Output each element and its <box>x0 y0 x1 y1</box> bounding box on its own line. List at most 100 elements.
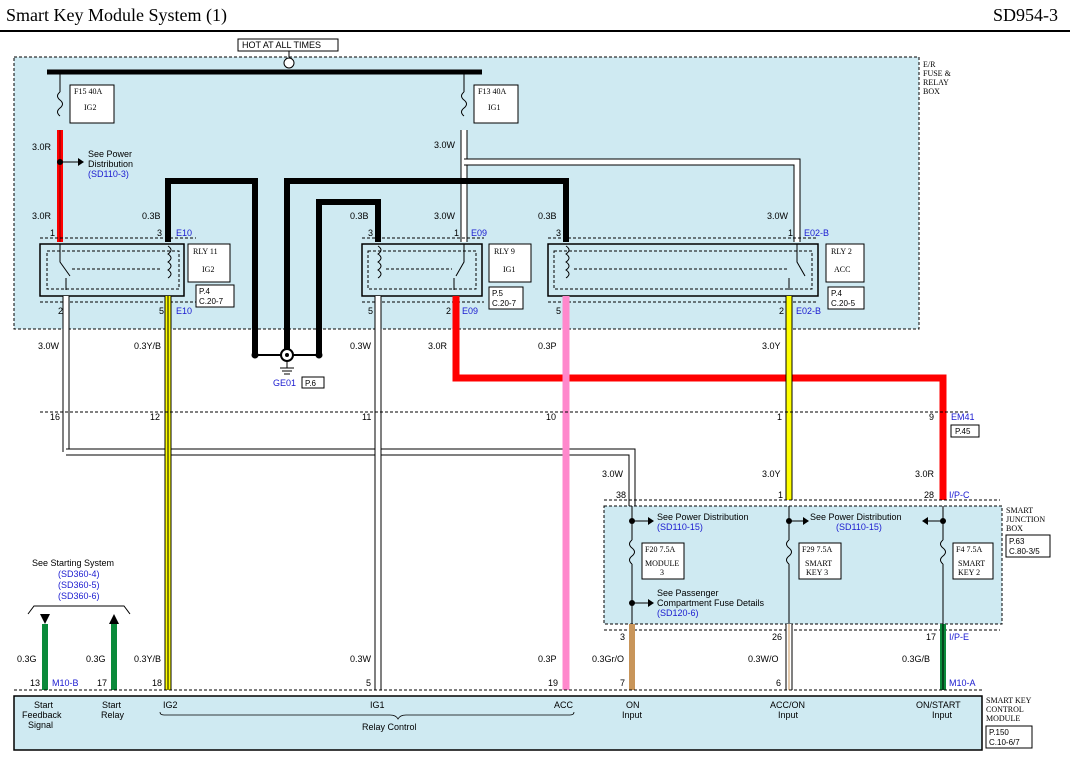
relay-rly11-ref1: P.4 <box>199 287 211 296</box>
pin-number: 9 <box>929 412 934 422</box>
starting-system-label: See Starting System <box>32 558 114 568</box>
sjb-see-power-ref-1: (SD110-15) <box>657 522 703 532</box>
starting-ref-2: (SD360-5) <box>58 580 100 590</box>
wire-label: 3.0W <box>767 211 789 221</box>
sjb-see-power-1: See Power Distribution <box>657 512 749 522</box>
fuse-f29-name: F29 7.5A <box>802 545 832 554</box>
pin-number: 10 <box>546 412 556 422</box>
connector-em41: EM41 <box>951 412 975 422</box>
pin-number: 5 <box>159 306 164 316</box>
connector-ipc: I/P-C <box>949 490 970 500</box>
pin-number: 2 <box>779 306 784 316</box>
relay-rly2-ref2: C.20-5 <box>831 299 856 308</box>
pin-number: 17 <box>97 678 107 688</box>
wire-label: 0.3P <box>538 341 557 351</box>
wire-label: 3.0Y <box>762 469 781 479</box>
connector-e09: E09 <box>471 228 487 238</box>
fuse-f20-name: F20 7.5A <box>645 545 675 554</box>
pin-number: 3 <box>556 228 561 238</box>
see-power-ref: (SD110-3) <box>88 169 129 179</box>
pin-number: 26 <box>772 632 782 642</box>
relay-rly2-label: ACC <box>834 265 850 274</box>
sjb-label-2: JUNCTION <box>1006 515 1045 524</box>
relay-rly11-label: IG2 <box>202 265 214 274</box>
module-accon-2: Input <box>778 710 799 720</box>
wire-label: 3.0R <box>32 211 52 221</box>
relay-rly9-name: RLY 9 <box>494 247 515 256</box>
wire-label: 0.3P <box>538 654 557 664</box>
fuse-f4-name: F4 7.5A <box>956 545 982 554</box>
wire-label: 0.3Gr/O <box>592 654 624 664</box>
pin-number: 1 <box>778 490 783 500</box>
fuse-f20-line1: MODULE <box>645 559 679 568</box>
module-accon-1: ACC/ON <box>770 700 805 710</box>
relay-rly9-ref2: C.20-7 <box>492 299 517 308</box>
pin-number: 1 <box>777 412 782 422</box>
module-start-feedback-1: Start <box>34 700 54 710</box>
wire-label: 3.0R <box>428 341 448 351</box>
starting-ref-3: (SD360-6) <box>58 591 100 601</box>
relay-rly2-ref1: P.4 <box>831 289 843 298</box>
connector-m10b: M10-B <box>52 678 79 688</box>
arrow-up-icon <box>109 614 119 624</box>
fuse-f29-line1: SMART <box>805 559 832 568</box>
pin-number: 13 <box>30 678 40 688</box>
connector-e10: E10 <box>176 228 192 238</box>
pin-number: 5 <box>366 678 371 688</box>
module-ig2: IG2 <box>163 700 178 710</box>
wire-label: 3.0R <box>915 469 935 479</box>
wire-label: 3.0R <box>32 142 52 152</box>
module-label-2: CONTROL <box>986 705 1024 714</box>
wire-label: 0.3G <box>86 654 106 664</box>
ground-ref: P.6 <box>305 379 317 388</box>
sjb-see-power-ref-2: (SD110-15) <box>836 522 882 532</box>
module-label-1: SMART KEY <box>986 696 1032 705</box>
connector-m10a: M10-A <box>949 678 976 688</box>
module-label-3: MODULE <box>986 714 1020 723</box>
wire-label: 0.3W <box>350 654 372 664</box>
pin-number: 6 <box>776 678 781 688</box>
wire-label: 3.0W <box>434 211 456 221</box>
wire-label: 3.0Y <box>762 341 781 351</box>
see-power-line2: Distribution <box>88 159 133 169</box>
arrow-down-icon <box>40 614 50 624</box>
er-box-label-3: RELAY <box>923 78 949 87</box>
sjb-label-3: BOX <box>1006 524 1023 533</box>
wire-label: 0.3G/B <box>902 654 930 664</box>
module-relay-control: Relay Control <box>362 722 417 732</box>
fuse-f29-line2: KEY 3 <box>806 568 828 577</box>
connector-e02b: E02-B <box>804 228 829 238</box>
fuse-f20-line2: 3 <box>660 568 664 577</box>
module-ig1: IG1 <box>370 700 385 710</box>
module-start-feedback-2: Feedback <box>22 710 62 720</box>
sjb-compartment: Compartment Fuse Details <box>657 598 765 608</box>
module-start-relay-1: Start <box>102 700 122 710</box>
sjb-see-power-2: See Power Distribution <box>810 512 902 522</box>
wire-label: 0.3W/O <box>748 654 779 664</box>
wire-label: 0.3B <box>350 211 369 221</box>
module-start-relay-2: Relay <box>101 710 125 720</box>
hot-at-all-times-label: HOT AT ALL TIMES <box>242 40 321 50</box>
fuse-f15-name: F15 40A <box>74 87 102 96</box>
wire-label: 3.0W <box>434 140 456 150</box>
wire-3.0w-on-input <box>66 449 635 520</box>
er-box-label-1: E/R <box>923 60 936 69</box>
pin-number: 16 <box>50 412 60 422</box>
see-power-line1: See Power <box>88 149 132 159</box>
ground-name: GE01 <box>273 378 296 388</box>
sjb-see-passenger: See Passenger <box>657 588 719 598</box>
module-on-2: Input <box>622 710 643 720</box>
pin-number: 5 <box>556 306 561 316</box>
pin-number: 5 <box>368 306 373 316</box>
pin-number: 1 <box>50 228 55 238</box>
fuse-f13-label: IG1 <box>488 103 500 112</box>
pin-number: 3 <box>620 632 625 642</box>
connector-e02b: E02-B <box>796 306 821 316</box>
connector-e10: E10 <box>176 306 192 316</box>
module-ref1: P.150 <box>989 728 1009 737</box>
relay-rly11-name: RLY 11 <box>193 247 218 256</box>
sjb-ref1: P.63 <box>1009 537 1025 546</box>
pin-number: 3 <box>368 228 373 238</box>
pin-number: 28 <box>924 490 934 500</box>
sjb-ref2: C.80-3/5 <box>1009 547 1040 556</box>
